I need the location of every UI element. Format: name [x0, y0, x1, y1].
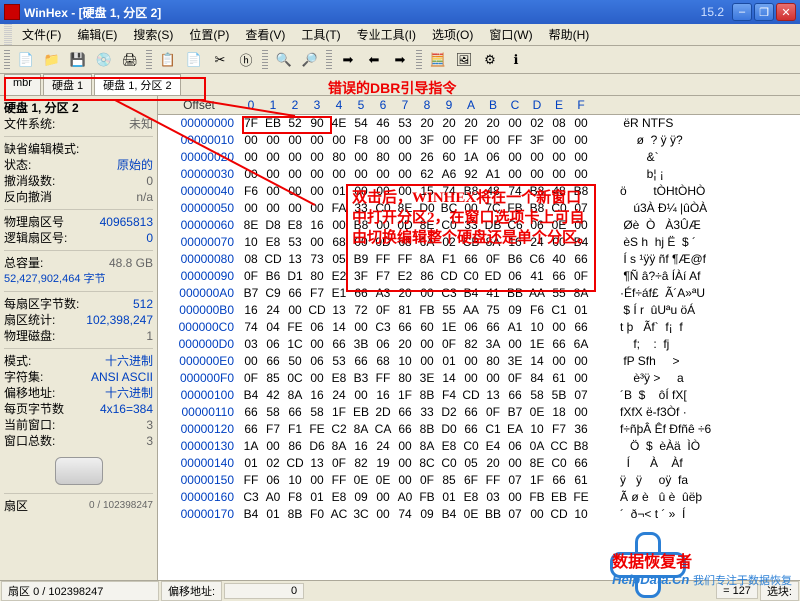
close-button[interactable]: ✕ [776, 3, 796, 21]
menu-item-9[interactable]: 帮助(H) [541, 24, 598, 45]
goto-icon[interactable]: ➡ [338, 50, 358, 70]
hex-row[interactable]: 000000608ED8E81600B8000D8EC033DBC6060E00… [158, 217, 800, 234]
hex-row[interactable]: 0000008008CD137305B9FFFF8AF1660FB6C64066… [158, 251, 800, 268]
version-label: 15.2 [701, 5, 724, 19]
hex-editor[interactable]: Offset 0123456789ABCDEF 000000007FEB5290… [158, 96, 800, 580]
hex-row[interactable]: 000000900FB6D180E23FF7E286CDC0ED0641660F… [158, 268, 800, 285]
hex-row[interactable]: 00000100B4428A162400161F8BF4CD1366585B07… [158, 387, 800, 404]
print-icon[interactable]: 🖨 [120, 50, 140, 70]
calc-icon[interactable]: 🧮 [428, 50, 448, 70]
maximize-button[interactable]: ❐ [754, 3, 774, 21]
hex-icon[interactable]: ⓗ [236, 50, 256, 70]
menu-item-2[interactable]: 搜索(S) [125, 24, 181, 45]
menu-grip [4, 24, 12, 45]
hex-row[interactable]: 00000030000000000000000062A692A100000000… [158, 166, 800, 183]
paste-icon[interactable]: 📄 [184, 50, 204, 70]
tab-bar: mbr硬盘 1硬盘 1, 分区 2 [0, 74, 800, 96]
findhex-icon[interactable]: 🔎 [300, 50, 320, 70]
hex-row[interactable]: 000001400102CD130F8219008CC00520008EC066… [158, 455, 800, 472]
hex-row[interactable]: 000000E00066500653666810000100803E140000… [158, 353, 800, 370]
watermark: 数据恢复者 HelpData.Cn 我们专注于数据恢复 [612, 548, 792, 588]
hex-row[interactable]: 000001301A0086D68A1624008AE8C0E4060ACCB8… [158, 438, 800, 455]
hex-row[interactable]: 0000005000000000FA33C08ED0BC007CFBB8C007… [158, 200, 800, 217]
hex-row[interactable]: 00000040F6000000010000001574B84874B848B8… [158, 183, 800, 200]
hex-row[interactable]: 000000B0162400CD13720F81FB55AA7509F6C101… [158, 302, 800, 319]
tab-0[interactable]: mbr [4, 74, 41, 95]
hex-row[interactable]: 00000160C3A0F801E80900A0FB01E80300FBEBFE… [158, 489, 800, 506]
disk-icon[interactable]: 💿 [94, 50, 114, 70]
menu-item-3[interactable]: 位置(P) [181, 24, 237, 45]
menu-item-7[interactable]: 选项(O) [424, 24, 481, 45]
hex-row[interactable]: 0000012066F7F1FEC28ACA668BD066C1EA10F736… [158, 421, 800, 438]
hex-row[interactable]: 000000A0B7C966F7E166A32000C3B441BBAA558A… [158, 285, 800, 302]
app-icon [4, 4, 20, 20]
hex-row[interactable]: 00000110665866581FEB2D6633D2660FB70E1800… [158, 404, 800, 421]
panel-title: 硬盘 1, 分区 2 [4, 100, 79, 116]
toolbar: 📄 📁 💾 💿 🖨 📋 📄 ✂ ⓗ 🔍 🔎 ➡ ⬅ ➡ 🧮 🖼 ⚙ ℹ [0, 46, 800, 74]
hex-row[interactable]: 000000C07404FE061400C366601E0666A1100066… [158, 319, 800, 336]
copy-icon[interactable]: 📋 [158, 50, 178, 70]
hex-row[interactable]: 0000007010E8530068000D686A02CB8A162400B4… [158, 234, 800, 251]
menu-item-6[interactable]: 专业工具(I) [349, 24, 424, 45]
offset-header: Offset [158, 98, 240, 112]
cut-icon[interactable]: ✂ [210, 50, 230, 70]
menu-item-5[interactable]: 工具(T) [293, 24, 348, 45]
sidebar: 硬盘 1, 分区 2 文件系统:未知 缺省编辑模式: 状态:原始的 撤消级数:0… [0, 96, 158, 580]
hex-row[interactable]: 000000D003061C00663B0620000F823A001E666A… [158, 336, 800, 353]
back-icon[interactable]: ⬅ [364, 50, 384, 70]
hex-row[interactable]: 00000150FF061000FF0E0E000F856FFF071F6661… [158, 472, 800, 489]
save-icon[interactable]: 💾 [68, 50, 88, 70]
menu-item-8[interactable]: 窗口(W) [481, 24, 540, 45]
hex-row[interactable]: 00000170B4018BF0AC3C007409B40EBB0700CD10… [158, 506, 800, 523]
toolbar-grip [4, 50, 10, 70]
window-title: WinHex - [硬盘 1, 分区 2] [24, 4, 701, 21]
open-icon[interactable]: 📁 [42, 50, 62, 70]
image-icon[interactable]: 🖼 [454, 50, 474, 70]
hex-row[interactable]: 000000007FEB52904E5446532020202000020800… [158, 115, 800, 132]
find-icon[interactable]: 🔍 [274, 50, 294, 70]
menu-item-0[interactable]: 文件(F) [14, 24, 69, 45]
hex-row[interactable]: 000000100000000000F800003F00FF00FF3F0000… [158, 132, 800, 149]
info-icon[interactable]: ℹ [506, 50, 526, 70]
tool-icon[interactable]: ⚙ [480, 50, 500, 70]
hex-row[interactable]: 000000F00F850C00E8B3FF803E1400000F846100… [158, 370, 800, 387]
tab-2[interactable]: 硬盘 1, 分区 2 [94, 74, 180, 95]
new-icon[interactable]: 📄 [16, 50, 36, 70]
menu-item-4[interactable]: 查看(V) [237, 24, 293, 45]
tab-1[interactable]: 硬盘 1 [43, 74, 92, 95]
minimize-button[interactable]: – [732, 3, 752, 21]
fwd-icon[interactable]: ➡ [390, 50, 410, 70]
menu-item-1[interactable]: 编辑(E) [69, 24, 125, 45]
hex-row[interactable]: 00000020000000008000800026601A0600000000… [158, 149, 800, 166]
drive-icon [55, 457, 103, 485]
